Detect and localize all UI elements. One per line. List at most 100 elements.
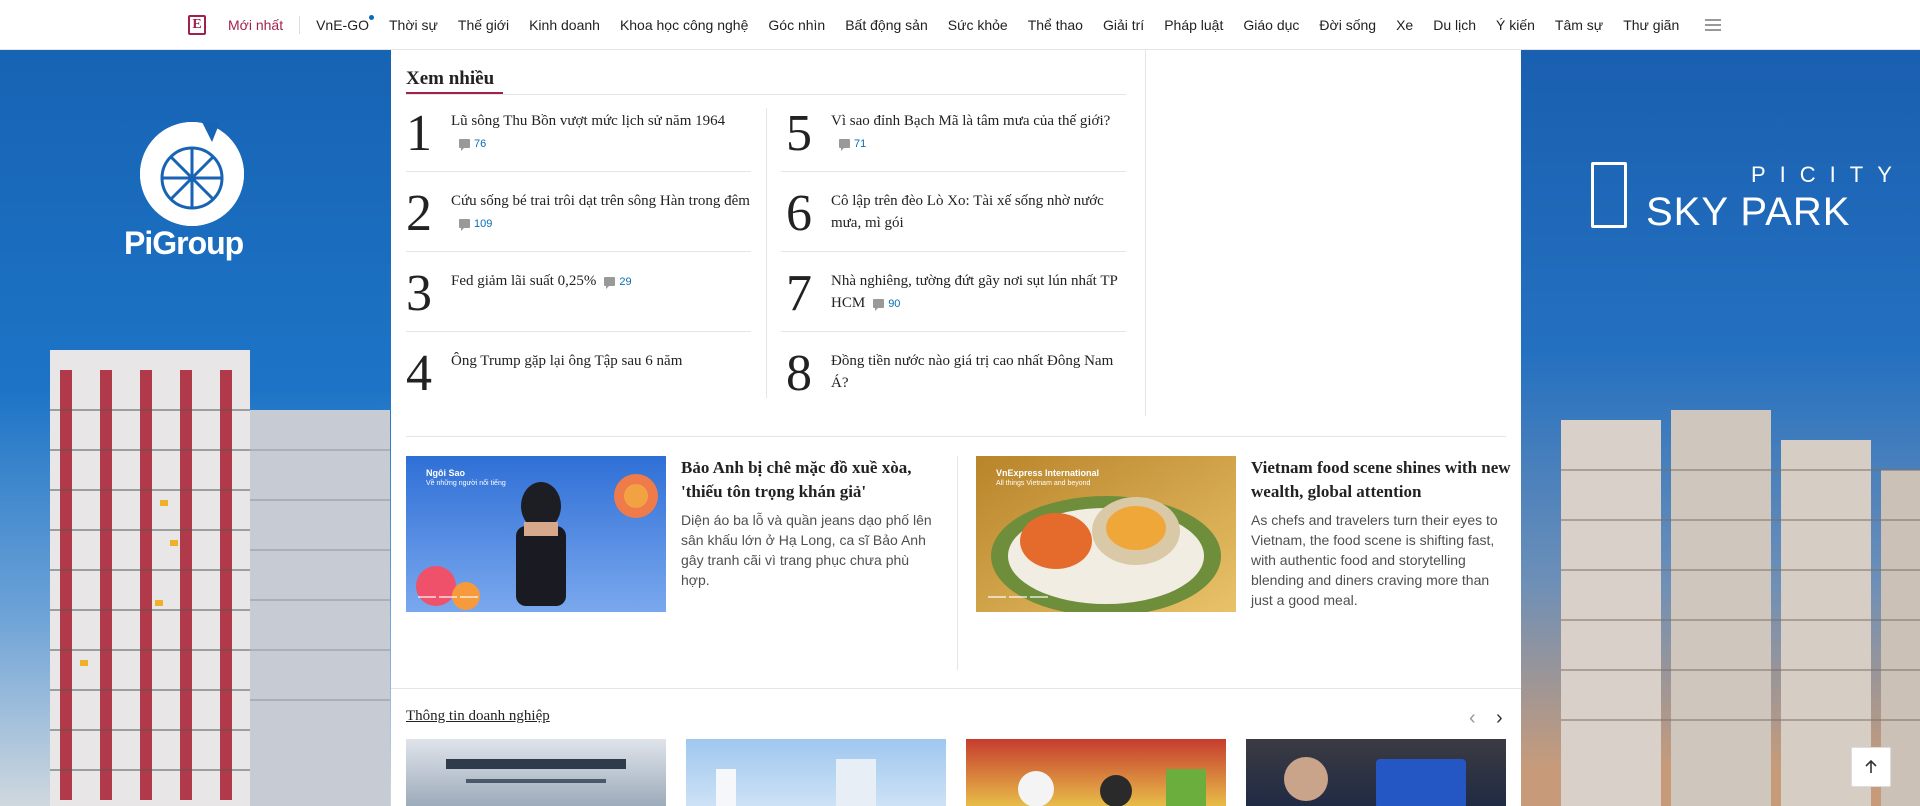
chevron-right-icon[interactable]: › [1496,707,1503,730]
top-navigation: E Mới nhất VnE-GO Thời sự Thế giới Kinh … [0,0,1920,50]
most-read-item[interactable]: 1 Lũ sông Thu Bồn vượt mức lịch sử năm 1… [406,108,766,188]
arrow-up-icon [1865,759,1877,773]
comment-count-text: 90 [888,297,901,310]
comment-count[interactable]: 90 [873,293,900,315]
pigroup-brand-text: PiGroup [124,225,244,261]
carousel-dots [418,596,478,598]
event-photo [1284,757,1466,806]
most-read-item[interactable]: 7 Nhà nghiêng, tường đứt gãy nơi sụt lún… [786,268,1146,348]
most-read-title[interactable]: Xem nhiều [406,68,503,94]
business-thumbnail[interactable] [406,739,666,806]
thumbnail-brand-sub: All things Vietnam and beyond [996,480,1091,487]
vnexpress-logo-icon[interactable]: E [188,15,206,35]
nav-item-thoi-su[interactable]: Thời sự [389,17,438,33]
nav-item-doi-song[interactable]: Đời sống [1319,17,1376,33]
story-title[interactable]: Vietnam food scene shines with new wealt… [1251,456,1511,504]
most-read-item[interactable]: 8 Đồng tiền nước nào giá trị cao nhất Đô… [786,348,1146,428]
back-to-top-button[interactable] [1851,747,1891,787]
rank-number: 5 [786,105,812,162]
divider [406,171,751,172]
most-read-item[interactable]: 3 Fed giảm lãi suất 0,25% 29 [406,268,766,348]
divider [781,251,1126,252]
story-thumbnail[interactable]: Ngôi Sao Về những người nổi tiếng [406,456,666,612]
comment-icon [459,219,470,232]
most-read-headline[interactable]: Cô lập trên đèo Lò Xo: Tài xế sống nhờ n… [831,190,1131,234]
rank-number: 2 [406,185,432,242]
nav-item-goc-nhin[interactable]: Góc nhìn [768,17,825,33]
most-read-headline[interactable]: Vì sao đỉnh Bạch Mã là tâm mưa của thế g… [831,110,1131,155]
comment-count[interactable]: 71 [839,133,866,155]
headline-text: Lũ sông Thu Bồn vượt mức lịch sử năm 196… [451,113,726,129]
rank-number: 1 [406,105,432,162]
comment-count[interactable]: 29 [604,271,632,293]
headline-text: Fed giảm lãi suất 0,25% [451,273,597,289]
headline-text: Vì sao đỉnh Bạch Mã là tâm mưa của thế g… [831,113,1111,129]
nav-item-du-lich[interactable]: Du lịch [1433,17,1476,33]
most-read-item[interactable]: 4 Ông Trump gặp lại ông Tập sau 6 năm [406,348,766,428]
story-description: Diện áo ba lỗ và quần jeans dạo phố lên … [681,512,932,588]
nav-item-vne-go[interactable]: VnE-GO [316,15,374,33]
story-thumbnail[interactable]: VnExpress International All things Vietn… [976,456,1236,612]
left-banner-ad[interactable]: PiGroup [0,50,391,806]
nav-item-bat-dong-san[interactable]: Bất động sản [845,17,928,33]
story-description: As chefs and travelers turn their eyes t… [1251,512,1498,608]
most-read-item[interactable]: 6 Cô lập trên đèo Lò Xo: Tài xế sống nhờ… [786,188,1146,268]
section-divider [391,688,1521,689]
business-section-title[interactable]: Thông tin doanh nghiệp [406,708,550,725]
business-thumbnail[interactable] [1246,739,1506,806]
nav-item-suc-khoe[interactable]: Sức khỏe [948,17,1008,33]
divider [406,251,751,252]
comment-count-text: 29 [619,275,632,288]
comment-count-text: 109 [474,217,493,230]
story-card[interactable]: Ngôi Sao Về những người nổi tiếng Bảo An… [406,456,946,676]
most-read-item[interactable]: 5 Vì sao đỉnh Bạch Mã là tâm mưa của thế… [786,108,1146,188]
nav-item-thu-gian[interactable]: Thư giãn [1623,17,1679,33]
building-illustration [250,410,390,806]
business-thumbnail[interactable] [966,739,1226,806]
thumbnail-brand: Ngôi Sao [426,468,466,478]
rank-number: 8 [786,345,812,402]
chevron-left-icon[interactable]: ‹ [1469,707,1476,730]
story-title[interactable]: Bảo Anh bị chê mặc đồ xuề xòa, 'thiếu tô… [681,456,941,504]
skypark-logo-icon [1591,162,1627,228]
most-read-headline[interactable]: Ông Trump gặp lại ông Tập sau 6 năm [451,350,751,372]
most-read-headline[interactable]: Cứu sống bé trai trôi dạt trên sông Hàn … [451,190,751,235]
thumbnail-brand: VnExpress International [996,468,1100,478]
nav-item-kinh-doanh[interactable]: Kinh doanh [529,17,600,33]
comment-count[interactable]: 76 [459,133,486,155]
main-content: Xem nhiều 1 Lũ sông Thu Bồn vượt mức lịc… [391,50,1521,806]
rank-number: 4 [406,345,432,402]
divider [406,331,751,332]
most-read-item[interactable]: 2 Cứu sống bé trai trôi dạt trên sông Hà… [406,188,766,268]
story-divider [957,456,958,670]
nav-item-y-kien[interactable]: Ý kiến [1496,17,1535,33]
nav-item-tam-su[interactable]: Tâm sự [1555,17,1603,33]
most-read-headline[interactable]: Đồng tiền nước nào giá trị cao nhất Đông… [831,350,1131,394]
right-banner-ad[interactable]: PICITY SKY PARK [1521,50,1920,806]
nav-item-phap-luat[interactable]: Pháp luật [1164,17,1223,33]
comment-count[interactable]: 109 [459,213,492,235]
most-read-title-text: Xem nhiều [406,68,495,89]
business-thumbnail[interactable] [686,739,946,806]
nav-item-moi-nhat[interactable]: Mới nhất [228,17,283,33]
nav-item-xe[interactable]: Xe [1396,17,1413,33]
nav-item-giao-duc[interactable]: Giáo dục [1243,17,1299,33]
clinic-photo [716,759,876,806]
supermarket-photo [1018,769,1206,806]
nav-item-the-gioi[interactable]: Thế giới [458,17,509,33]
nav-item-giai-tri[interactable]: Giải trí [1103,17,1144,33]
story-card[interactable]: VnExpress International All things Vietn… [976,456,1516,676]
hamburger-menu-icon[interactable] [1705,19,1722,31]
comment-count-text: 76 [474,137,487,150]
comment-count-text: 71 [854,137,867,150]
most-read-headline[interactable]: Lũ sông Thu Bồn vượt mức lịch sử năm 196… [451,110,751,155]
pigroup-logo-icon [140,122,244,226]
nav-item-the-thao[interactable]: Thể thao [1028,17,1083,33]
most-read-headline[interactable]: Nhà nghiêng, tường đứt gãy nơi sụt lún n… [831,270,1131,315]
divider [406,94,1126,95]
rank-number: 6 [786,185,812,242]
section-divider [406,436,1506,437]
most-read-headline[interactable]: Fed giảm lãi suất 0,25% 29 [451,270,751,293]
nav-item-khoa-hoc-cong-nghe[interactable]: Khoa học công nghệ [620,17,748,33]
building-illustration [50,350,250,806]
